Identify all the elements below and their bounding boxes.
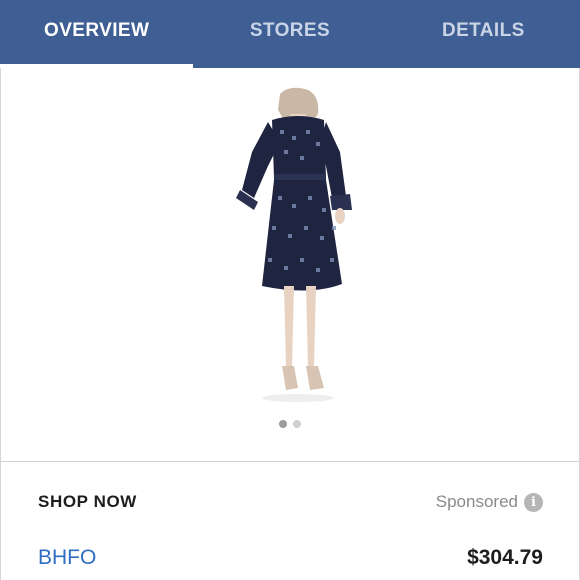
store-link[interactable]: BHFO [38,546,96,570]
product-carousel[interactable] [0,68,580,462]
section-divider [0,461,580,462]
sponsored-label: Sponsored i [436,492,543,512]
store-price: $304.79 [467,546,543,569]
tab-bar: OVERVIEW STORES DETAILS [0,0,580,68]
tab-overview[interactable]: OVERVIEW [0,0,194,68]
carousel-dot[interactable] [293,420,301,428]
sponsored-text: Sponsored [435,492,518,511]
carousel-dot[interactable] [279,420,287,428]
dress-product-image [236,87,352,402]
shop-now-heading: SHOP NOW [38,492,137,511]
info-icon[interactable]: i [524,492,543,512]
tab-details[interactable]: DETAILS [387,0,580,68]
tab-stores[interactable]: STORES [193,0,386,68]
carousel-dots [0,420,580,428]
